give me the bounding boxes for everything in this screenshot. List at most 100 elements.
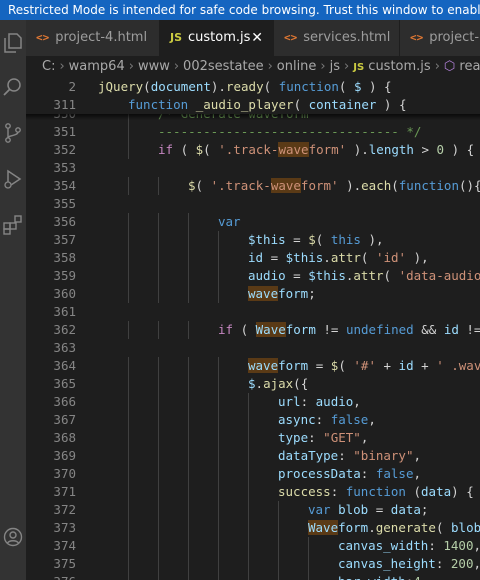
indent-guide — [158, 447, 159, 465]
breadcrumb-item[interactable]: js — [330, 59, 340, 74]
code-line[interactable]: 365 $.ajax({ — [26, 375, 480, 393]
indent-guide — [278, 573, 279, 580]
code-line[interactable]: 368 type: "GET", — [26, 429, 480, 447]
search-icon[interactable] — [2, 76, 24, 98]
code-editor[interactable]: 350/* Generate waveform351--------------… — [26, 78, 480, 580]
code-line[interactable]: 376 bar_width:4, — [26, 573, 480, 580]
code-line[interactable]: 361 — [26, 303, 480, 321]
tab-services-html[interactable]: <> services.html — [274, 20, 400, 56]
code-line[interactable]: 373 Waveform.generate( blob, — [26, 519, 480, 537]
code-line[interactable]: 375 canvas_height: 200, — [26, 555, 480, 573]
code-token: && — [413, 322, 444, 337]
account-icon[interactable] — [2, 526, 24, 548]
code-token: (){ — [459, 178, 480, 193]
code-line[interactable]: 369 dataType: "binary", — [26, 447, 480, 465]
breadcrumb-item[interactable]: C: — [42, 59, 55, 74]
breadcrumb-file[interactable]: custom.js — [368, 59, 430, 74]
code-line[interactable]: 366 url: audio, — [26, 393, 480, 411]
code-token: ) { — [451, 484, 474, 499]
breadcrumb-item[interactable]: online — [277, 59, 317, 74]
indent-guide — [128, 177, 129, 195]
run-debug-icon[interactable] — [2, 168, 24, 190]
tab-project-4-html[interactable]: <> project-4.html — [26, 20, 160, 56]
code-token: + — [413, 358, 437, 373]
code-token: form — [285, 322, 316, 337]
code-text: success: function (data) { — [278, 483, 474, 501]
code-token: audio — [315, 394, 354, 409]
code-line[interactable]: 352 if ( $( '.track-waveform' ).length > … — [26, 141, 480, 159]
sticky-scroll-line[interactable]: 2 jQuery(document).ready( function( $ ) { — [26, 78, 480, 96]
code-line[interactable]: 370 processData: false, — [26, 465, 480, 483]
code-line[interactable]: 364 waveform = $( '#' + id + ' .wave — [26, 357, 480, 375]
indent-guide — [278, 537, 279, 555]
code-token: ) { — [361, 79, 392, 94]
code-line[interactable]: 362 if ( Waveform != undefined && id !== … — [26, 321, 480, 339]
code-token: ) { — [376, 97, 407, 112]
line-number: 362 — [53, 322, 76, 337]
code-token: wave — [278, 142, 309, 157]
indent-guide — [218, 393, 219, 411]
code-line[interactable]: 374 canvas_width: 1400, — [26, 537, 480, 555]
line-number: 351 — [53, 124, 76, 139]
code-token: ready — [225, 79, 264, 94]
code-line[interactable]: 357 $this = $( this ), — [26, 231, 480, 249]
indent-guide — [128, 519, 129, 537]
cube-icon: ⬡ — [443, 59, 456, 74]
code-token: data — [421, 484, 452, 499]
code-text: if ( Waveform != undefined && id !== '' — [218, 321, 480, 339]
code-token: document — [150, 79, 211, 94]
code-token: , — [353, 394, 361, 409]
indent-guide — [218, 573, 219, 580]
files-icon[interactable] — [2, 32, 24, 54]
close-icon[interactable]: ✕ — [251, 20, 263, 56]
code-token: !== — [466, 322, 480, 337]
code-token: , — [421, 574, 429, 580]
tab-custom-js[interactable]: JS custom.js ✕ — [160, 20, 274, 56]
code-line[interactable]: 371 success: function (data) { — [26, 483, 480, 501]
code-line[interactable]: 358 id = $this.attr( 'id' ), — [26, 249, 480, 267]
breadcrumb-symbol[interactable]: ready() ca — [459, 59, 480, 74]
indent-guide — [158, 375, 159, 393]
indent-guide — [128, 429, 129, 447]
indent-guide — [158, 465, 159, 483]
code-line[interactable]: 356 var — [26, 213, 480, 231]
code-line[interactable]: 353 — [26, 159, 480, 177]
code-text: if ( $( '.track-waveform' ).length > 0 )… — [158, 141, 474, 159]
restricted-mode-banner[interactable]: Restricted Mode is intended for safe cod… — [0, 0, 480, 20]
code-token: undefined — [345, 322, 414, 337]
code-token: . — [255, 376, 264, 391]
breadcrumb-item[interactable]: 002sestatee — [183, 59, 264, 74]
code-token: , — [360, 430, 369, 445]
indent-guide — [128, 357, 129, 375]
indent-guide — [188, 555, 189, 573]
code-token: : — [360, 466, 376, 481]
code-line[interactable]: 367 async: false, — [26, 411, 480, 429]
indent-guide — [218, 285, 219, 303]
indent-guide — [158, 357, 159, 375]
code-line[interactable]: 363 — [26, 339, 480, 357]
indent-guide — [248, 465, 249, 483]
code-line[interactable]: 354 $( '.track-waveform' ).each(function(… — [26, 177, 480, 195]
code-token: 4 — [413, 574, 421, 580]
indent-guide — [188, 321, 189, 339]
source-control-icon[interactable] — [2, 122, 24, 144]
code-token: "binary" — [353, 448, 414, 463]
indent-guide — [188, 429, 189, 447]
code-line[interactable]: 355 — [26, 195, 480, 213]
code-token: blob — [338, 502, 369, 517]
code-line[interactable]: 351 -------------------------------- */ — [26, 123, 480, 141]
code-token: blob — [451, 520, 480, 535]
code-line[interactable]: 372 var blob = data; — [26, 501, 480, 519]
extensions-icon[interactable] — [2, 214, 24, 236]
breadcrumb-item[interactable]: wamp64 — [69, 59, 125, 74]
sticky-scroll-line[interactable]: 311 function _audio_player( container ) { — [26, 96, 480, 114]
code-line[interactable]: 360 waveform; — [26, 285, 480, 303]
breadcrumb-item[interactable]: www — [138, 59, 170, 74]
indent-guide — [188, 267, 189, 285]
line-number: 374 — [53, 538, 76, 553]
code-token: : — [428, 538, 444, 553]
code-line[interactable]: 359 audio = $this.attr( 'data-audio' ), — [26, 267, 480, 285]
line-number: 373 — [53, 520, 76, 535]
tab-project-5[interactable]: <> project-5 — [400, 20, 480, 56]
